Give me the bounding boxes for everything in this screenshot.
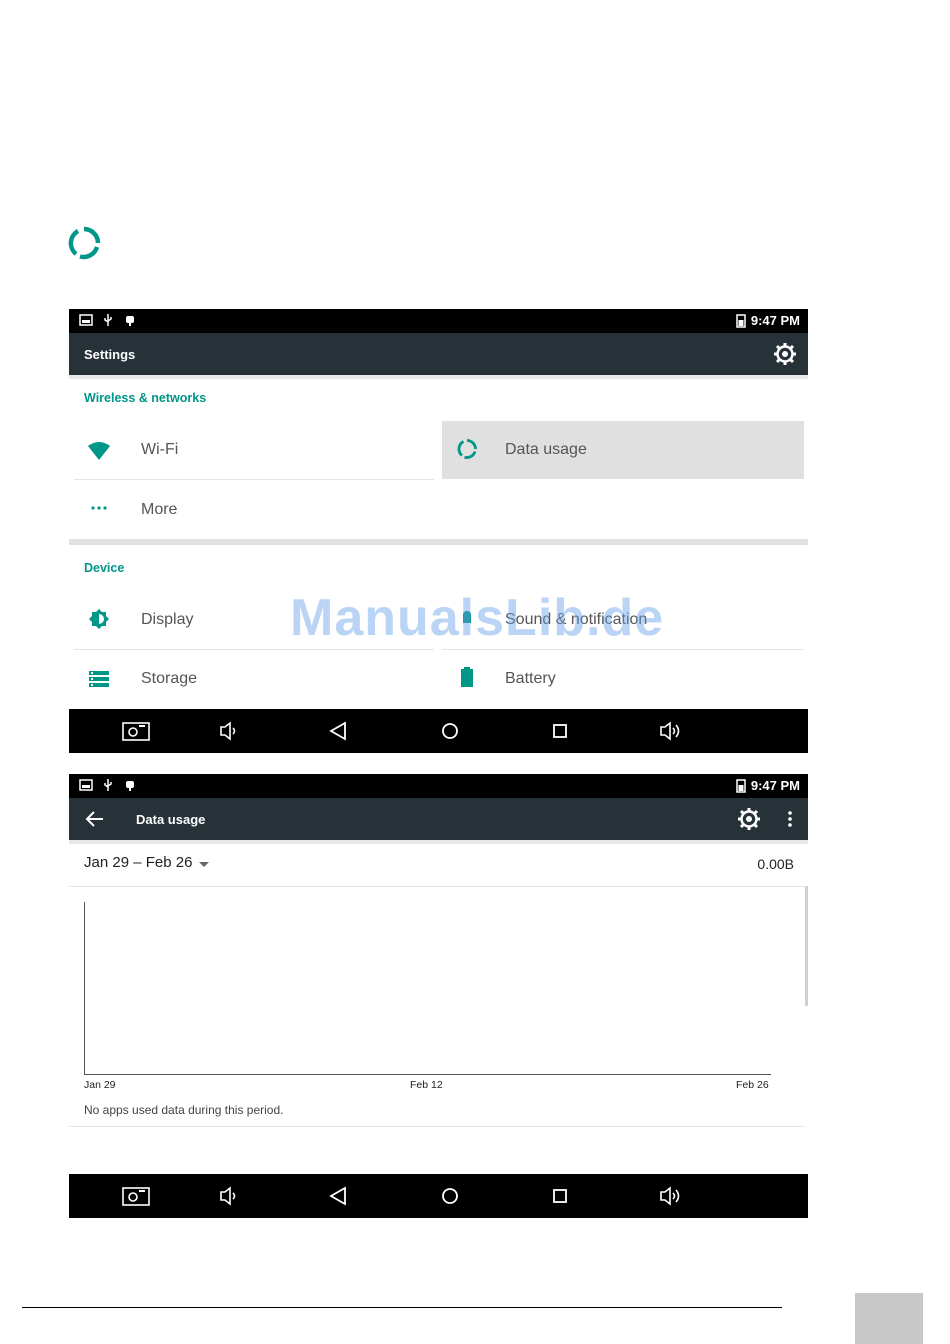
data-usage-screenshot: 9:47 PM Data usage Jan 29 – Feb 26 0.00B… xyxy=(69,774,808,1218)
app-toolbar: Settings xyxy=(69,333,808,375)
data-usage-icon xyxy=(457,439,477,459)
navigation-bar xyxy=(69,709,808,753)
tile-label-more: More xyxy=(141,501,178,518)
more-dots-icon xyxy=(91,506,107,510)
status-time: 9:47 PM xyxy=(750,313,800,328)
cycle-selector[interactable]: Jan 29 – Feb 26 0.00B xyxy=(69,844,808,886)
battery-status-icon xyxy=(736,779,746,793)
status-time: 9:47 PM xyxy=(750,778,800,793)
volume-down-icon[interactable] xyxy=(215,1185,243,1207)
storage-icon xyxy=(89,671,109,687)
section-header-wireless: Wireless & networks xyxy=(84,391,207,405)
tile-label-wifi: Wi-Fi xyxy=(141,441,179,458)
data-usage-icon xyxy=(68,226,101,260)
recents-icon[interactable] xyxy=(546,1185,574,1207)
gear-icon[interactable] xyxy=(772,341,798,367)
android-debug-icon xyxy=(126,781,134,791)
toolbar-title: Data usage xyxy=(136,812,206,827)
battery-icon xyxy=(461,667,473,687)
dropdown-arrow-icon xyxy=(199,862,209,867)
image-notification-icon xyxy=(79,314,93,326)
recents-icon[interactable] xyxy=(546,720,574,742)
usage-chart xyxy=(84,902,771,1075)
toolbar-shadow xyxy=(69,375,808,379)
settings-tile-wifi[interactable]: Wi-Fi xyxy=(74,421,434,479)
section-separator xyxy=(69,539,808,545)
tile-label-display: Display xyxy=(141,611,194,628)
divider xyxy=(74,479,434,480)
battery-status-icon xyxy=(736,314,746,328)
wifi-icon xyxy=(88,442,110,460)
x-tick-label: Jan 29 xyxy=(84,1079,116,1091)
navigation-bar xyxy=(69,1174,808,1218)
tile-label-data-usage: Data usage xyxy=(505,441,587,458)
section-header-device: Device xyxy=(84,561,125,575)
settings-tile-data-usage[interactable]: Data usage xyxy=(442,421,804,479)
settings-tile-battery[interactable]: Battery xyxy=(442,650,804,708)
home-icon[interactable] xyxy=(436,720,464,742)
status-bar: 9:47 PM xyxy=(69,774,808,798)
settings-screenshot: 9:47 PM Settings Wireless & networks Wi-… xyxy=(69,309,808,753)
volume-down-icon[interactable] xyxy=(215,720,243,742)
toolbar-title: Settings xyxy=(84,347,136,362)
page-number-box xyxy=(855,1293,923,1344)
status-bar: 9:47 PM xyxy=(69,309,808,333)
watermark: ManualsLib.de xyxy=(290,589,665,647)
divider xyxy=(69,1126,805,1127)
empty-state-message: No apps used data during this period. xyxy=(84,1103,284,1117)
usb-icon xyxy=(104,779,112,791)
app-toolbar: Data usage xyxy=(69,798,808,840)
volume-up-icon[interactable] xyxy=(657,720,685,742)
tile-label-battery: Battery xyxy=(505,670,556,687)
tile-label-storage: Storage xyxy=(141,670,198,687)
settings-tile-more[interactable]: More xyxy=(74,481,434,539)
screenshot-icon[interactable] xyxy=(122,720,150,742)
back-icon[interactable] xyxy=(325,1185,353,1207)
total-usage: 0.00B xyxy=(757,856,794,872)
screenshot-icon[interactable] xyxy=(122,1185,150,1207)
x-tick-label: Feb 12 xyxy=(410,1079,443,1091)
x-tick-label: Feb 26 xyxy=(736,1079,769,1091)
home-icon[interactable] xyxy=(436,1185,464,1207)
back-icon[interactable] xyxy=(325,720,353,742)
gear-icon[interactable] xyxy=(736,806,762,832)
brightness-icon xyxy=(89,609,109,629)
android-debug-icon xyxy=(126,316,134,326)
settings-tile-storage[interactable]: Storage xyxy=(74,650,434,708)
image-notification-icon xyxy=(79,779,93,791)
back-arrow-icon[interactable] xyxy=(85,810,105,828)
overflow-menu-icon[interactable] xyxy=(786,810,794,828)
volume-up-icon[interactable] xyxy=(657,1185,685,1207)
divider xyxy=(69,886,805,887)
usb-icon xyxy=(104,314,112,326)
footer-rule xyxy=(22,1307,782,1308)
date-range-label: Jan 29 – Feb 26 xyxy=(84,854,193,871)
